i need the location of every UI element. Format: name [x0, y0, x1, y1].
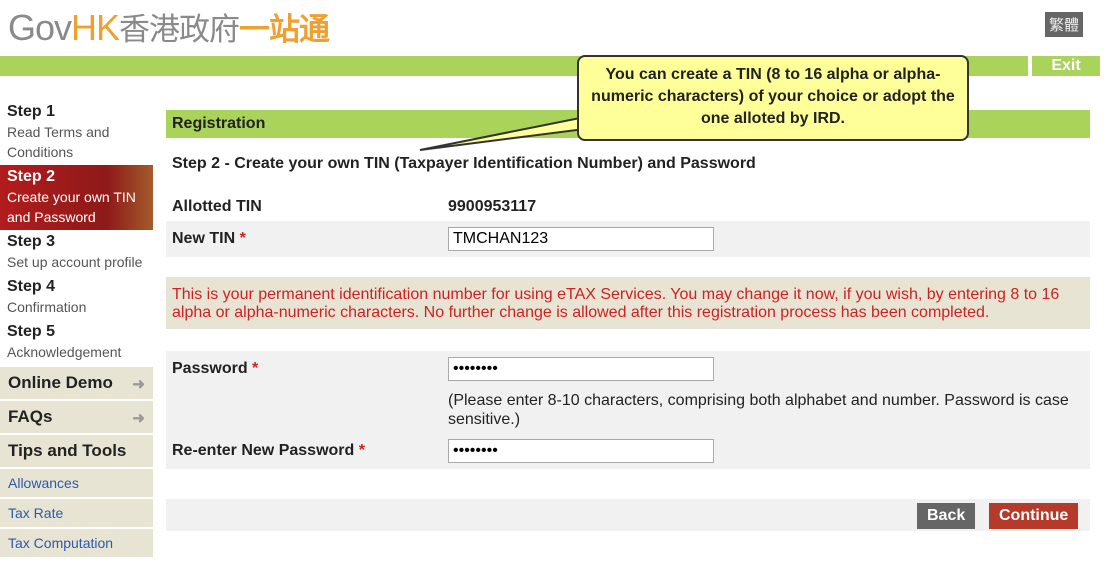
callout-tooltip: You can create a TIN (8 to 16 alpha or a… — [577, 55, 969, 141]
